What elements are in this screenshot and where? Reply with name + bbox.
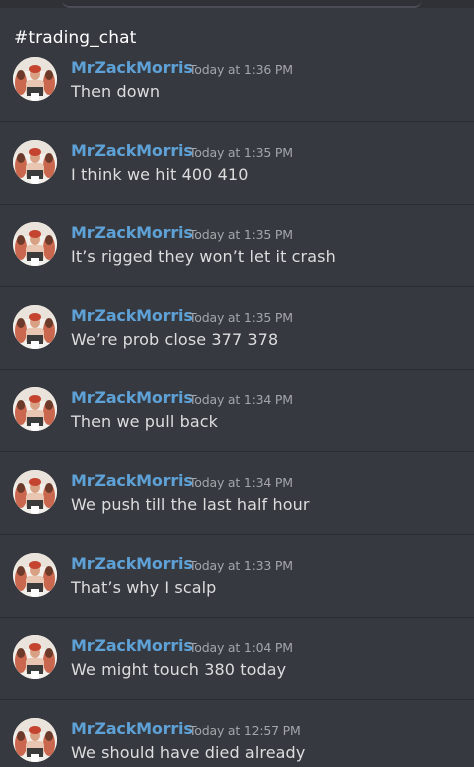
message-item[interactable]: MrZackMorris Today at 1:34 PM We push till… [0, 469, 474, 551]
message-item[interactable]: MrZackMorris Today at 1:35 PM We’re prob c… [0, 304, 474, 386]
message-text: Then down [71, 82, 161, 101]
message-item[interactable]: MrZackMorris Today at 1:35 PM I think we h… [0, 139, 474, 221]
message-text: Then we pull back [71, 412, 218, 431]
chat-screen: #trading_chat MrZackMorris Today at 1:36 … [0, 0, 474, 767]
message-timestamp: Today at 1:04 PM [189, 640, 293, 655]
message-divider [0, 369, 474, 370]
message-divider [0, 286, 474, 287]
avatar[interactable] [13, 57, 57, 101]
avatar[interactable] [13, 718, 57, 762]
message-timestamp: Today at 1:34 PM [189, 392, 293, 407]
message-divider [0, 534, 474, 535]
message-author[interactable]: MrZackMorris [71, 141, 193, 160]
message-timestamp: Today at 1:35 PM [189, 227, 293, 242]
message-timestamp: Today at 1:33 PM [189, 558, 293, 573]
message-timestamp: Today at 1:35 PM [189, 310, 293, 325]
message-author[interactable]: MrZackMorris [71, 554, 193, 573]
avatar[interactable] [13, 470, 57, 514]
message-item[interactable]: MrZackMorris Today at 1:35 PM It’s rigged … [0, 221, 474, 303]
channel-name: #trading_chat [14, 28, 137, 48]
avatar[interactable] [13, 305, 57, 349]
message-author[interactable]: MrZackMorris [71, 388, 193, 407]
message-author[interactable]: MrZackMorris [71, 636, 193, 655]
message-item[interactable]: MrZackMorris Today at 1:36 PM Then down [0, 56, 474, 138]
message-text: It’s rigged they won’t let it crash [71, 247, 336, 266]
message-divider [0, 204, 474, 205]
top-bar [0, 0, 474, 10]
message-item[interactable]: MrZackMorris Today at 1:33 PM That’s why I… [0, 552, 474, 634]
message-timestamp: Today at 1:36 PM [189, 62, 293, 77]
avatar[interactable] [13, 140, 57, 184]
message-divider [0, 451, 474, 452]
avatar[interactable] [13, 387, 57, 431]
message-text: We should have died already [71, 743, 306, 762]
message-author[interactable]: MrZackMorris [71, 719, 193, 738]
message-text: That’s why I scalp [71, 578, 217, 597]
message-divider [0, 699, 474, 700]
message-timestamp: Today at 12:57 PM [189, 723, 301, 738]
message-author[interactable]: MrZackMorris [71, 223, 193, 242]
message-timestamp: Today at 1:34 PM [189, 475, 293, 490]
message-text: We push till the last half hour [71, 495, 310, 514]
top-bar-handle [62, 0, 422, 8]
message-item[interactable]: MrZackMorris Today at 12:57 PM We should h… [0, 717, 474, 767]
message-divider [0, 617, 474, 618]
message-timestamp: Today at 1:35 PM [189, 145, 293, 160]
avatar[interactable] [13, 222, 57, 266]
message-text: We might touch 380 today [71, 660, 287, 679]
message-author[interactable]: MrZackMorris [71, 58, 193, 77]
avatar[interactable] [13, 635, 57, 679]
message-author[interactable]: MrZackMorris [71, 306, 193, 325]
avatar[interactable] [13, 553, 57, 597]
message-item[interactable]: MrZackMorris Today at 1:34 PM Then we pull… [0, 386, 474, 468]
message-author[interactable]: MrZackMorris [71, 471, 193, 490]
message-text: We’re prob close 377 378 [71, 330, 279, 349]
message-item[interactable]: MrZackMorris Today at 1:04 PM We might tou… [0, 634, 474, 716]
message-divider [0, 121, 474, 122]
message-text: I think we hit 400 410 [71, 165, 249, 184]
